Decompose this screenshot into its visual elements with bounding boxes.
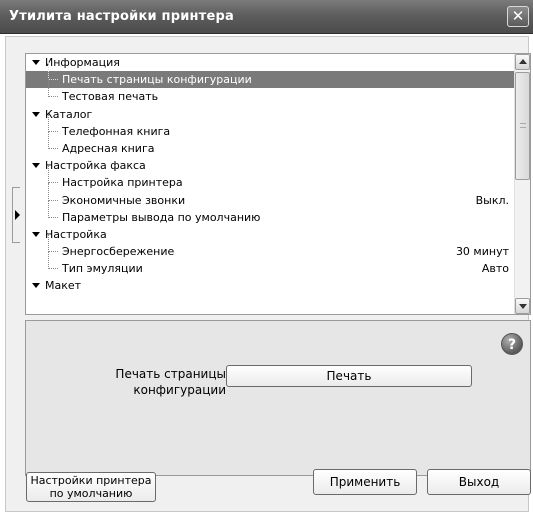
arrow-up-icon (519, 59, 527, 64)
tree-guide-line (48, 234, 58, 253)
tree-item-label: Настройка факса (45, 159, 146, 173)
tree-guide-line (48, 130, 58, 149)
settings-tree: Информация Печать страницы конфигурации Те… (25, 53, 531, 315)
window-title: Утилита настройки принтера (9, 9, 234, 24)
tree-item[interactable]: Телефонная книга (26, 113, 515, 140)
grip-icon (520, 123, 526, 128)
side-panel-toggle[interactable] (12, 187, 20, 243)
tree-item-label: Печать страницы конфигурации (62, 73, 252, 87)
tree-item[interactable]: Тип эмуляции Авто (26, 251, 515, 277)
scroll-up-button[interactable] (515, 54, 530, 70)
tree-guide-line (48, 62, 58, 81)
close-button[interactable]: ✕ (507, 6, 529, 27)
tree-item-label: Настройка принтера (62, 176, 183, 190)
tree-item[interactable]: Энергосбережение 30 минут (26, 234, 515, 260)
printer-settings-window: Утилита настройки принтера ✕ Информация П… (0, 0, 533, 514)
tree-item-label: Параметры вывода по умолчанию (62, 210, 261, 224)
tree-item-label: Макет (45, 279, 82, 293)
help-glyph: ? (507, 337, 517, 353)
tree-item[interactable]: Экономичные звонки Выкл. (26, 182, 515, 209)
tree-item-label: Тип эмуляции (62, 262, 143, 276)
tree-guide-line (48, 79, 58, 98)
arrow-down-icon (519, 304, 527, 309)
tree-item[interactable]: Параметры вывода по умолчанию (26, 199, 515, 226)
tree-item[interactable]: Адресная книга (26, 130, 515, 157)
title-bar[interactable]: Утилита настройки принтера ✕ (0, 0, 533, 34)
tree-guide-line (48, 182, 58, 201)
tree-item[interactable]: Тестовая печать (26, 79, 515, 105)
tree-item[interactable]: Настройка принтера (26, 165, 515, 191)
apply-button[interactable]: Применить (313, 469, 417, 495)
tree-category[interactable]: Каталог (26, 106, 515, 123)
tree-item-label: Адресная книга (62, 141, 155, 155)
tree-item-label: Тестовая печать (62, 90, 159, 104)
scroll-down-button[interactable] (515, 298, 530, 314)
detail-label-line2: конфигурации (133, 383, 226, 397)
tree-guide-line (48, 113, 58, 132)
tree-category[interactable]: Настройка (26, 226, 515, 243)
help-icon[interactable]: ? (501, 333, 523, 355)
tree-item[interactable]: Печать страницы конфигурации (26, 62, 515, 89)
client-area: Информация Печать страницы конфигурации Те… (5, 36, 531, 512)
chevron-down-icon[interactable] (32, 283, 40, 289)
tree-item-value: Авто (481, 262, 509, 276)
chevron-down-icon[interactable] (32, 111, 40, 117)
close-icon: ✕ (511, 7, 525, 25)
defaults-label-line1: Настройки принтера (30, 474, 152, 487)
tree-item-value: 30 минут (455, 245, 509, 259)
tree-category[interactable]: Информация (26, 54, 515, 71)
print-button[interactable]: Печать (226, 365, 472, 387)
defaults-label-line2: по умолчанию (49, 487, 133, 500)
tree-list: Информация Печать страницы конфигурации Те… (26, 54, 515, 314)
tree-guide-line (48, 199, 58, 218)
chevron-down-icon[interactable] (32, 60, 40, 65)
detail-label-line1: Печать страницы (115, 367, 226, 381)
tree-item-value: Выкл. (475, 193, 509, 207)
detail-label: Печать страницы конфигурации (86, 366, 226, 398)
chevron-down-icon[interactable] (32, 163, 40, 169)
tree-item-label: Энергосбережение (62, 245, 175, 259)
detail-panel: ? Печать страницы конфигурации Печать (25, 320, 531, 476)
chevron-right-icon (15, 210, 20, 220)
chevron-down-icon[interactable] (32, 231, 40, 237)
exit-button[interactable]: Выход (427, 469, 531, 495)
tree-item-label: Телефонная книга (62, 124, 171, 138)
tree-category[interactable]: Настройка факса (26, 157, 515, 174)
tree-guide-line (48, 251, 58, 270)
tree-category[interactable]: Макет (26, 277, 515, 294)
tree-item-label: Экономичные звонки (62, 193, 186, 207)
printer-defaults-button[interactable]: Настройки принтера по умолчанию (26, 472, 156, 502)
tree-guide-line (48, 165, 58, 184)
scroll-thumb[interactable] (515, 72, 530, 180)
tree-scrollbar[interactable] (514, 54, 530, 314)
